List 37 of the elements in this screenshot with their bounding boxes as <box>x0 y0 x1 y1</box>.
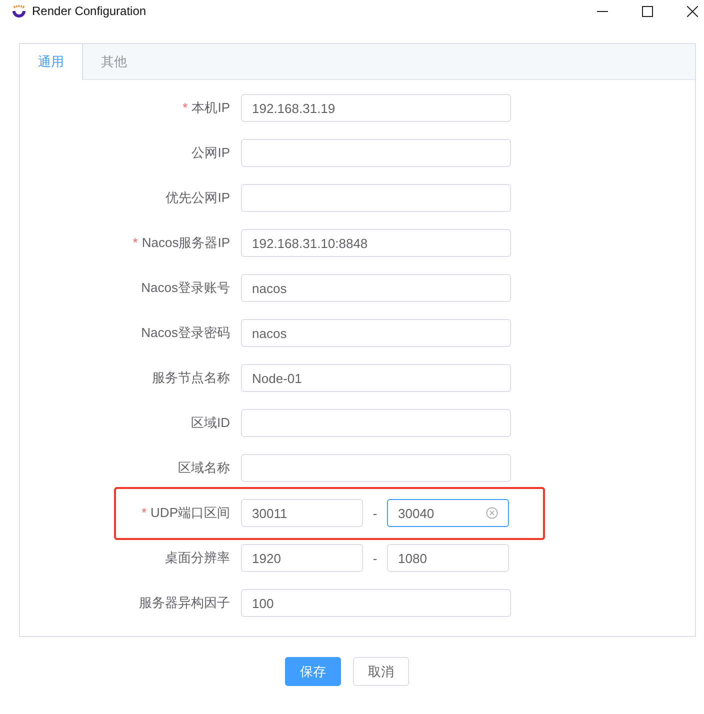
input-field[interactable]: 1080 <box>387 544 509 572</box>
input-field[interactable] <box>241 139 511 167</box>
app-logo-icon <box>12 4 26 18</box>
input-field[interactable]: 192.168.31.19 <box>241 94 511 122</box>
field-label: 服务节点名称 <box>152 370 230 385</box>
required-mark: * <box>182 100 188 115</box>
input-field[interactable]: Node-01 <box>241 364 511 392</box>
maximize-icon[interactable] <box>642 6 653 16</box>
required-mark: * <box>141 505 147 520</box>
clear-icon[interactable] <box>486 507 498 519</box>
input-field[interactable]: 192.168.31.10:8848 <box>241 229 511 257</box>
input-field[interactable]: 100 <box>241 589 511 617</box>
field-label: Nacos登录账号 <box>141 280 230 295</box>
close-icon[interactable] <box>687 6 698 16</box>
field-label: Nacos服务器IP <box>142 235 230 250</box>
field-label: UDP端口区间 <box>150 505 230 520</box>
required-mark: * <box>132 235 138 250</box>
field-label: 区域ID <box>191 415 230 430</box>
input-field[interactable]: 1920 <box>241 544 363 572</box>
field-label: 优先公网IP <box>166 190 230 205</box>
input-field[interactable] <box>241 184 511 212</box>
input-field[interactable]: nacos <box>241 319 511 347</box>
field-label: 区域名称 <box>178 460 230 475</box>
input-field[interactable]: nacos <box>241 274 511 302</box>
input-field[interactable] <box>241 454 511 482</box>
input-field[interactable] <box>241 409 511 437</box>
range-separator: - <box>372 550 378 566</box>
field-label: Nacos登录密码 <box>141 325 230 340</box>
range-separator: - <box>372 506 378 520</box>
field-label: 本机IP <box>192 100 230 115</box>
input-field[interactable]: 30011 <box>241 499 363 527</box>
field-label: 公网IP <box>192 145 230 160</box>
cancel-button[interactable]: 取消 <box>353 657 409 686</box>
field-label: 服务器异构因子 <box>139 595 230 610</box>
window-title: Render Configuration <box>32 4 146 18</box>
input-field[interactable]: 30040 <box>387 499 509 527</box>
field-label: 桌面分辨率 <box>165 550 230 565</box>
